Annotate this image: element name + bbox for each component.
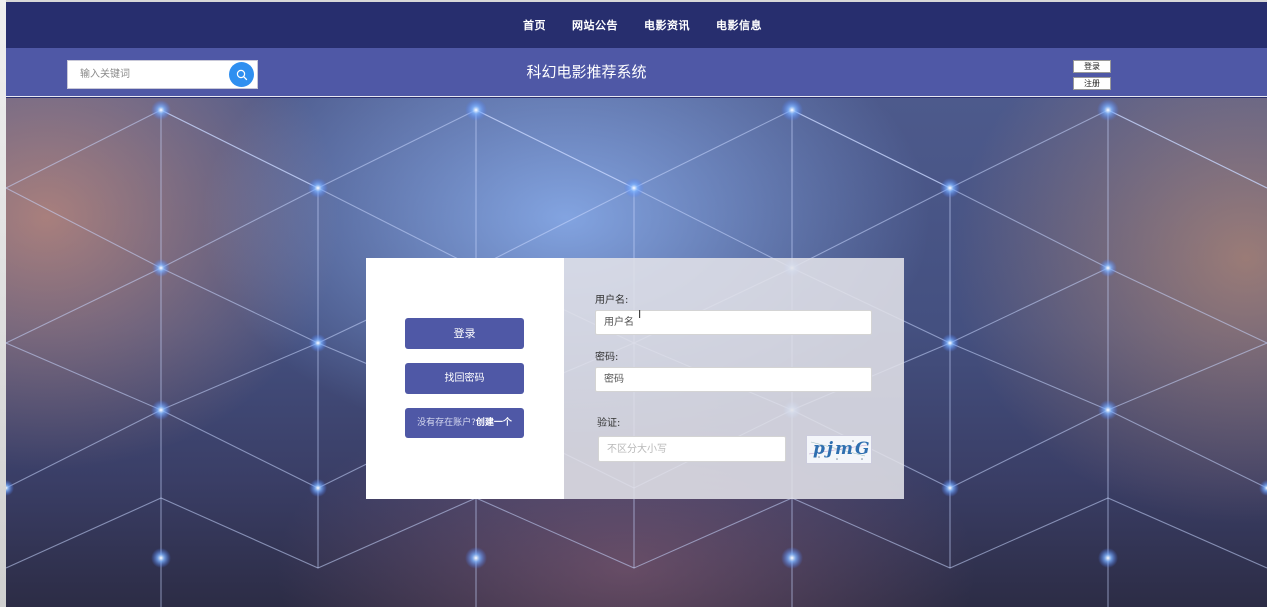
- captcha-field[interactable]: [598, 436, 786, 462]
- login-card-actions: 登录 找回密码 没有存在账户?创建一个: [366, 258, 564, 499]
- create-account-link: 创建一个: [475, 418, 512, 428]
- captcha-text: pjmG: [813, 439, 872, 459]
- top-nav: 首页 网站公告 电影资讯 电影信息: [6, 2, 1267, 48]
- text-cursor-icon: I: [638, 308, 642, 321]
- captcha-image[interactable]: pjmG: [806, 435, 872, 464]
- nav-items: 首页 网站公告 电影资讯 电影信息: [6, 2, 1267, 48]
- forgot-password-button[interactable]: 找回密码: [405, 363, 524, 394]
- captcha-label: 验证:: [597, 418, 621, 429]
- header-bar: 科幻电影推荐系统 登录 注册: [6, 48, 1267, 97]
- login-form: 用户名: 密码: 验证: pjmG: [564, 258, 904, 499]
- nav-item-home[interactable]: 首页: [523, 17, 546, 33]
- login-link-button[interactable]: 登录: [1073, 60, 1111, 73]
- username-label: 用户名:: [595, 295, 629, 306]
- create-account-button[interactable]: 没有存在账户?创建一个: [405, 408, 524, 438]
- site-title: 科幻电影推荐系统: [526, 63, 647, 81]
- password-label: 密码:: [595, 352, 619, 363]
- nav-item-announcements[interactable]: 网站公告: [572, 17, 618, 33]
- username-field[interactable]: [595, 310, 872, 335]
- password-field[interactable]: [595, 367, 872, 392]
- nav-item-movie-info[interactable]: 电影信息: [716, 17, 762, 33]
- create-account-prefix: 没有存在账户?: [417, 418, 476, 428]
- page: 首页 网站公告 电影资讯 电影信息 科幻电影推荐系统 登录 注册: [6, 2, 1267, 607]
- register-link-button[interactable]: 注册: [1073, 77, 1111, 90]
- login-button[interactable]: 登录: [405, 318, 524, 349]
- nav-item-movie-news[interactable]: 电影资讯: [644, 17, 690, 33]
